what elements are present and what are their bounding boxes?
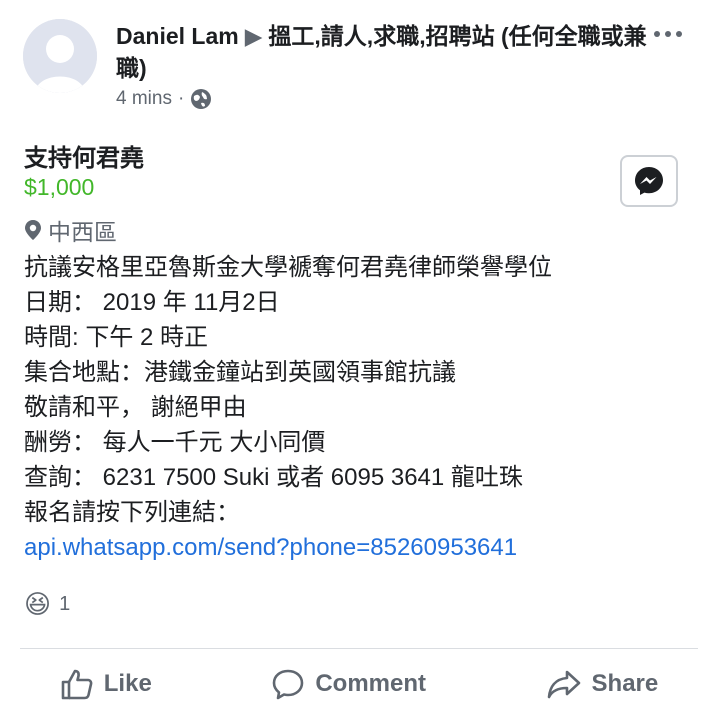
like-label: Like <box>103 670 152 697</box>
arrow-icon: ▶ <box>244 23 263 49</box>
divider <box>20 648 698 649</box>
post-body: 抗議安格里亞魯斯金大學褫奪何君堯律師榮譽學位 日期： 2019 年 11月2日 … <box>24 250 694 565</box>
globe-icon[interactable] <box>190 88 212 110</box>
post-meta: 4 mins · <box>116 88 212 110</box>
author-name[interactable]: Daniel Lam <box>116 23 239 49</box>
messenger-button[interactable] <box>620 155 678 207</box>
reaction-count: 1 <box>59 592 71 615</box>
meta-separator: · <box>177 88 185 109</box>
listing-location: 中西區 <box>24 213 117 247</box>
like-button[interactable]: Like <box>60 668 152 700</box>
location-text: 中西區 <box>48 219 117 245</box>
listing-title: 支持何君堯 <box>24 145 144 172</box>
body-line: 集合地點：港鐵金鐘站到英國領事館抗議 <box>24 359 456 386</box>
share-icon <box>547 670 580 699</box>
body-line: 酬勞： 每人一千元 大小同價 <box>24 429 326 456</box>
default-avatar-icon <box>23 19 97 93</box>
comment-label: Comment <box>315 670 426 697</box>
listing-price: $1,000 <box>24 174 95 200</box>
action-bar: Like Comment Share <box>0 662 718 706</box>
whatsapp-link[interactable]: api.whatsapp.com/send?phone=85260953641 <box>24 530 694 565</box>
more-options-icon[interactable] <box>654 24 694 48</box>
post-time[interactable]: 4 mins <box>116 88 172 110</box>
avatar[interactable] <box>23 19 97 93</box>
haha-reaction-icon: 😆 <box>24 589 52 619</box>
share-label: Share <box>591 670 659 697</box>
body-line: 日期： 2019 年 11月2日 <box>24 289 280 316</box>
reactions-summary[interactable]: 😆 1 <box>24 590 70 618</box>
body-line: 時間: 下午 2 時正 <box>24 324 209 351</box>
body-line: 敬請和平， 謝絕甲由 <box>24 394 247 421</box>
body-line: 報名請按下列連結： <box>24 499 240 526</box>
body-line: 查詢： 6231 7500 Suki 或者 6095 3641 龍吐珠 <box>24 464 523 491</box>
body-line: 抗議安格里亞魯斯金大學褫奪何君堯律師榮譽學位 <box>24 254 552 281</box>
comment-icon <box>273 669 304 700</box>
location-pin-icon <box>25 220 41 240</box>
comment-button[interactable]: Comment <box>271 668 426 700</box>
share-button[interactable]: Share <box>546 668 659 700</box>
messenger-icon <box>635 167 663 195</box>
like-icon <box>61 669 93 700</box>
post-header: Daniel Lam ▶ 搵工,請人,求職,招聘站 (任何全職或兼職) <box>116 20 656 84</box>
